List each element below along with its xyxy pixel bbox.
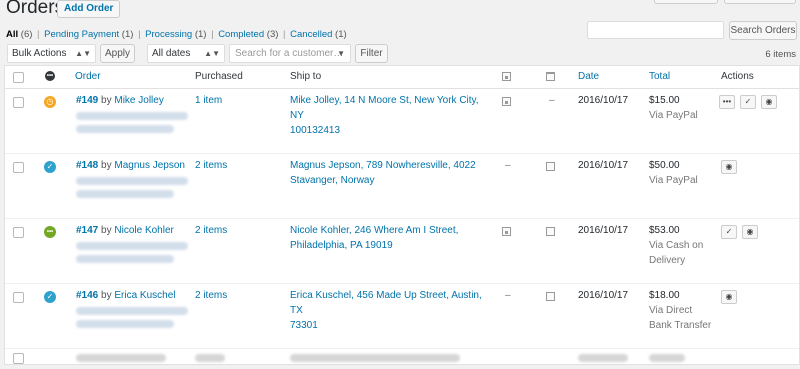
table-header: ••• Order Purchased Ship to Date Total A… — [5, 66, 799, 89]
order-date: 2016/10/17 — [578, 160, 629, 171]
customer-email-blurred — [76, 112, 188, 120]
column-ship-to: Ship to — [290, 71, 322, 82]
column-actions: Actions — [721, 71, 754, 82]
row-partial-blurred — [195, 354, 225, 362]
items-count: 6 items — [765, 49, 796, 60]
purchased-link[interactable]: 1 item — [195, 93, 222, 108]
column-total[interactable]: Total — [649, 71, 670, 82]
view-action-button[interactable]: ◉ — [761, 95, 777, 109]
purchased-link[interactable]: 2 items — [195, 223, 227, 238]
filter-all[interactable]: All (6) — [6, 29, 32, 40]
row-partial-blurred — [76, 354, 166, 362]
orders-table: ••• Order Purchased Ship to Date Total A… — [4, 65, 800, 365]
status-pending-icon: ◷ — [44, 96, 56, 108]
customer-email-blurred — [76, 190, 174, 198]
row-checkbox[interactable] — [13, 162, 24, 173]
filter-cancelled[interactable]: Cancelled (1) — [290, 29, 347, 40]
view-action-button[interactable]: ◉ — [721, 290, 737, 304]
add-order-button[interactable]: Add Order — [57, 0, 121, 18]
search-orders-input[interactable] — [587, 21, 724, 39]
order-link[interactable]: #148 by Magnus Jepson — [76, 160, 185, 171]
billing-address-empty: – — [505, 290, 511, 301]
customer-email-blurred — [76, 242, 188, 250]
row-checkbox[interactable] — [13, 97, 24, 108]
filter-processing[interactable]: Processing (1) — [145, 29, 206, 40]
status-completed-icon: ✓ — [44, 291, 56, 303]
order-link[interactable]: #149 by Mike Jolley — [76, 95, 164, 106]
order-date: 2016/10/17 — [578, 95, 629, 106]
column-date[interactable]: Date — [578, 71, 599, 82]
table-row[interactable]: ••• #147 by Nicole Kohler 2 items Nicole… — [5, 219, 799, 284]
complete-action-button[interactable]: ✓ — [740, 95, 756, 109]
apply-button[interactable]: Apply — [100, 44, 135, 63]
page-title: Orders — [6, 0, 65, 18]
view-action-button[interactable]: ◉ — [721, 160, 737, 174]
select-all-checkbox[interactable] — [13, 72, 24, 83]
order-link[interactable]: #147 by Nicole Kohler — [76, 225, 174, 236]
customer-email-blurred — [76, 307, 188, 315]
bulk-actions-select[interactable]: Bulk Actions ▲▼ — [7, 44, 96, 63]
complete-action-button[interactable]: ✓ — [721, 225, 737, 239]
order-total: $53.00 Via Cash on Delivery — [649, 225, 704, 266]
shipping-note-empty: – — [549, 95, 555, 106]
status-column-icon: ••• — [45, 71, 55, 81]
customer-search-input[interactable]: Search for a customer… ▼ — [229, 44, 351, 63]
chevron-down-icon: ▼ — [337, 49, 345, 58]
table-row[interactable]: ◷ #149 by Mike Jolley 1 item Mike Jolley… — [5, 89, 799, 154]
filter-pending-payment[interactable]: Pending Payment (1) — [44, 29, 133, 40]
order-link[interactable]: #146 by Erica Kuschel — [76, 290, 176, 301]
shipping-note-icon — [546, 292, 555, 301]
table-row[interactable]: ✓ #146 by Erica Kuschel 2 items Erica Ku… — [5, 284, 799, 349]
customer-email-blurred — [76, 177, 188, 185]
column-purchased: Purchased — [195, 71, 243, 82]
billing-address-empty: – — [505, 160, 511, 171]
row-partial-blurred — [649, 354, 685, 362]
customer-email-blurred — [76, 255, 174, 263]
purchased-link[interactable]: 2 items — [195, 158, 227, 173]
table-row[interactable]: ✓ #148 by Magnus Jepson 2 items Magnus J… — [5, 154, 799, 219]
search-orders-button[interactable]: Search Orders — [729, 21, 797, 40]
row-partial-blurred — [578, 354, 628, 362]
status-completed-icon: ✓ — [44, 161, 56, 173]
order-total: $18.00 Via Direct Bank Transfer — [649, 290, 712, 331]
processing-action-button[interactable]: ••• — [719, 95, 735, 109]
help-button[interactable] — [724, 0, 796, 4]
screen-options-button[interactable] — [654, 0, 718, 4]
row-checkbox[interactable] — [13, 227, 24, 238]
ship-to-address[interactable]: Magnus Jepson, 789 Nowheresville, 4022 St… — [290, 158, 490, 188]
status-filter-links: All (6) | Pending Payment (1) | Processi… — [6, 29, 347, 40]
customer-email-blurred — [76, 320, 174, 328]
column-order[interactable]: Order — [75, 71, 101, 82]
row-partial-blurred — [290, 354, 460, 362]
billing-address-icon — [502, 227, 511, 236]
table-row[interactable] — [5, 349, 799, 369]
date-filter-select[interactable]: All dates ▲▼ — [147, 44, 225, 63]
row-checkbox[interactable] — [13, 292, 24, 303]
chevron-down-icon: ▲▼ — [75, 49, 91, 58]
chevron-down-icon: ▲▼ — [204, 49, 220, 58]
view-action-button[interactable]: ◉ — [742, 225, 758, 239]
ship-to-address[interactable]: Mike Jolley, 14 N Moore St, New York Cit… — [290, 93, 490, 138]
ship-to-address[interactable]: Nicole Kohler, 246 Where Am I Street, Phi… — [290, 223, 490, 253]
ship-to-address[interactable]: Erica Kuschel, 456 Made Up Street, Austi… — [290, 288, 490, 333]
billing-address-icon — [502, 97, 511, 106]
billing-address-icon — [502, 72, 511, 81]
filter-completed[interactable]: Completed (3) — [218, 29, 278, 40]
order-date: 2016/10/17 — [578, 225, 629, 236]
shipping-note-icon — [546, 72, 555, 81]
status-on-hold-icon: ••• — [44, 226, 56, 238]
filter-button[interactable]: Filter — [355, 44, 388, 63]
shipping-note-icon — [546, 162, 555, 171]
order-total: $15.00 Via PayPal — [649, 95, 698, 121]
order-total: $50.00 Via PayPal — [649, 160, 698, 186]
shipping-note-icon — [546, 227, 555, 236]
customer-email-blurred — [76, 125, 174, 133]
purchased-link[interactable]: 2 items — [195, 288, 227, 303]
order-date: 2016/10/17 — [578, 290, 629, 301]
